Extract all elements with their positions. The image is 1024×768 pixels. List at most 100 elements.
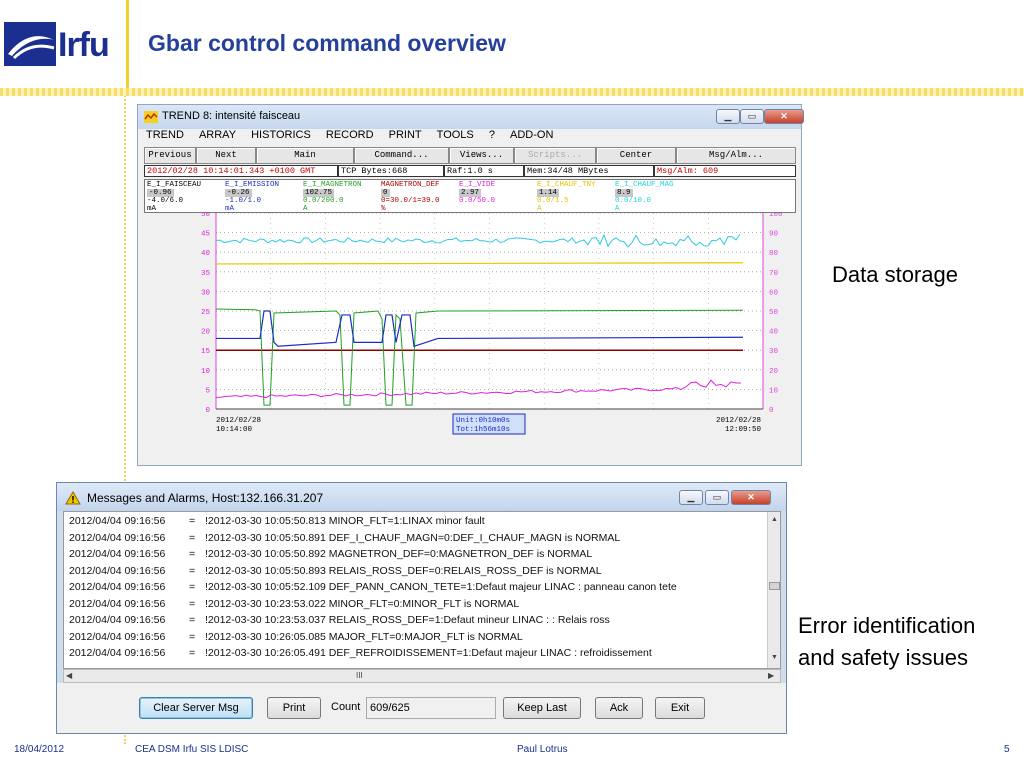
message-text: !2012-03-30 10:23:53.037 RELAIS_ROSS_DEF… (205, 614, 610, 626)
param-value: 1.14 (537, 189, 560, 197)
param-column[interactable]: E_I_MAGNETRON 102.75 0.0/200.0 A (303, 181, 362, 213)
param-column[interactable]: E_I_VIDE 2.97 0.0/50.0 (459, 181, 495, 205)
message-text: !2012-03-30 10:26:05.491 DEF_REFROIDISSE… (205, 647, 652, 659)
param-range: 0.0/10.0 (615, 197, 652, 205)
count-field[interactable]: 609/625 (366, 697, 496, 719)
message-separator: = (189, 581, 196, 593)
scroll-up-icon[interactable]: ▲ (771, 516, 778, 523)
message-row[interactable]: 2012/04/04 09:16:56 = !2012-03-30 10:26:05… (69, 647, 652, 659)
param-value: 102.75 (303, 189, 335, 197)
vertical-scrollbar[interactable]: ▲ ▼ (767, 512, 780, 668)
y-tick-left: 40 (201, 250, 211, 258)
message-timestamp: 2012/04/04 09:16:56 (69, 548, 166, 560)
ack-button[interactable]: Ack (595, 697, 643, 719)
param-range: -4.0/6.0 (147, 197, 184, 205)
param-column[interactable]: MAGNETRON_DEF 0 0=30.0/1=39.0% (381, 181, 440, 213)
message-row[interactable]: 2012/04/04 09:16:56 = !2012-03-30 10:05:50… (69, 532, 620, 544)
message-row[interactable]: 2012/04/04 09:16:56 = !2012-03-30 10:05:50… (69, 548, 592, 560)
param-name: E_I_VIDE (459, 181, 496, 189)
views-button[interactable]: Views... (449, 147, 514, 164)
message-text: !2012-03-30 10:23:53.022 MINOR_FLT=0:MIN… (205, 597, 520, 610)
param-column[interactable]: E_I_CHAUF_MAG 8.9 0.0/10.0 A (615, 181, 674, 213)
y-tick-left: 35 (201, 270, 211, 278)
message-row[interactable]: 2012/04/04 09:16:56 = !2012-03-30 10:23:53… (69, 614, 610, 626)
param-range: -1.0/1.0 (225, 197, 262, 205)
messages-close-button[interactable]: ✕ (731, 490, 771, 505)
message-timestamp: 2012/04/04 09:16:56 (69, 597, 166, 610)
x-start-time: 10:14:00 (216, 426, 253, 434)
scroll-right-icon[interactable]: ▶ (768, 671, 774, 680)
minimize-button[interactable]: ▁ (716, 109, 740, 124)
next-button[interactable]: Next (196, 147, 256, 164)
menu-help[interactable]: ? (489, 129, 495, 141)
messages-minimize-button[interactable]: ▁ (679, 490, 703, 505)
message-text: !2012-03-30 10:26:05.085 MAJOR_FLT=0:MAJ… (205, 630, 523, 643)
messages-window-title: Messages and Alarms, Host:132.166.31.207 (87, 491, 324, 505)
menu-historics[interactable]: HISTORICS (251, 129, 311, 141)
main-button[interactable]: Main (256, 147, 354, 164)
param-column[interactable]: E_I_CHAUF_TNY 1.14 0.0/1.5 A (537, 181, 596, 213)
scroll-down-icon[interactable]: ▼ (771, 654, 778, 661)
message-separator: = (189, 647, 196, 659)
footer-page-number: 5 (1004, 744, 1010, 755)
vertical-scroll-thumb[interactable] (769, 582, 780, 590)
center-button[interactable]: Center (596, 147, 676, 164)
message-separator: = (189, 630, 196, 643)
param-column[interactable]: E_I_FAISCEAU -0.96 -4.0/6.0 mA (147, 181, 201, 213)
message-text: !2012-03-30 10:05:52.109 DEF_PANN_CANON_… (205, 581, 677, 593)
message-separator: = (189, 548, 196, 560)
x-start-date: 2012/02/28 (216, 417, 261, 425)
menu-array[interactable]: ARRAY (199, 129, 236, 141)
scripts-button[interactable]: Scripts... (514, 147, 596, 164)
menu-tools[interactable]: TOOLS (437, 129, 474, 141)
status-time: 2012/02/28 10:14:01.343 +0100 GMT (144, 165, 338, 177)
divider-vertical (126, 0, 129, 92)
print-button[interactable]: Print (267, 697, 321, 719)
exit-button[interactable]: Exit (655, 697, 705, 719)
message-text: !2012-03-30 10:05:50.891 DEF_I_CHAUF_MAG… (205, 531, 621, 544)
message-row[interactable]: 2012/04/04 09:16:56 = !2012-03-30 10:23:53… (69, 598, 519, 610)
message-text: !2012-03-30 10:05:50.813 MINOR_FLT=1:LIN… (205, 515, 485, 527)
menu-print[interactable]: PRINT (389, 129, 422, 141)
message-row[interactable]: 2012/04/04 09:16:56 = !2012-03-30 10:05:50… (69, 515, 485, 527)
trend-titlebar: TREND 8: intensité faisceau ▁ ▭ ✕ (138, 105, 804, 129)
menu-record[interactable]: RECORD (326, 129, 374, 141)
param-value: -0.96 (147, 189, 174, 197)
maximize-button[interactable]: ▭ (740, 109, 764, 124)
y-tick-left: 10 (201, 368, 211, 376)
msg-alm-button[interactable]: Msg/Alm... (676, 147, 796, 164)
previous-button[interactable]: Previous (144, 147, 196, 164)
param-range: 0.0/1.5 (537, 197, 569, 205)
message-timestamp: 2012/04/04 09:16:56 (69, 614, 166, 626)
status-msg-alm[interactable]: Msg/Alm: 609 (654, 165, 796, 177)
param-range: 0=30.0/1=39.0 (381, 197, 440, 205)
y-tick-left: 50 (201, 213, 211, 219)
footer-org: CEA DSM Irfu SIS LDISC (135, 744, 249, 755)
messages-maximize-button[interactable]: ▭ (705, 490, 729, 505)
command-button[interactable]: Command... (354, 147, 449, 164)
param-name: MAGNETRON_DEF (381, 181, 440, 189)
trend-button-row: Previous Next Main Command... Views... S… (144, 147, 796, 164)
scroll-left-icon[interactable]: ◀ (66, 671, 72, 680)
message-row[interactable]: 2012/04/04 09:16:56 = !2012-03-30 10:26:05… (69, 631, 523, 643)
menu-add-on[interactable]: ADD-ON (510, 129, 553, 141)
menu-trend[interactable]: TREND (146, 129, 184, 141)
clear-server-msg-button[interactable]: Clear Server Msg (139, 697, 253, 719)
param-unit: mA (147, 205, 157, 213)
close-button[interactable]: ✕ (764, 109, 804, 124)
message-row[interactable]: 2012/04/04 09:16:56 = !2012-03-30 10:05:52… (69, 581, 677, 593)
y-tick-right: 20 (769, 368, 779, 376)
param-value: 2.97 (459, 189, 482, 197)
messages-alarms-window: Messages and Alarms, Host:132.166.31.207… (56, 482, 787, 734)
keep-last-button[interactable]: Keep Last (503, 697, 581, 719)
horizontal-scrollbar[interactable]: ◀ III ▶ (63, 669, 781, 683)
messages-list[interactable]: 2012/04/04 09:16:56 = !2012-03-30 10:05:50… (63, 511, 781, 669)
messages-titlebar: Messages and Alarms, Host:132.166.31.207… (57, 483, 786, 511)
message-separator: = (189, 531, 196, 544)
status-raf: Raf:1.0 s (444, 165, 524, 177)
param-unit: A (303, 205, 308, 213)
param-value: 0 (381, 189, 390, 197)
horizontal-scroll-grip[interactable]: III (356, 671, 363, 680)
message-row[interactable]: 2012/04/04 09:16:56 = !2012-03-30 10:05:50… (69, 565, 602, 577)
param-column[interactable]: E_I_EMISSION -0.26 -1.0/1.0 mA (225, 181, 279, 213)
